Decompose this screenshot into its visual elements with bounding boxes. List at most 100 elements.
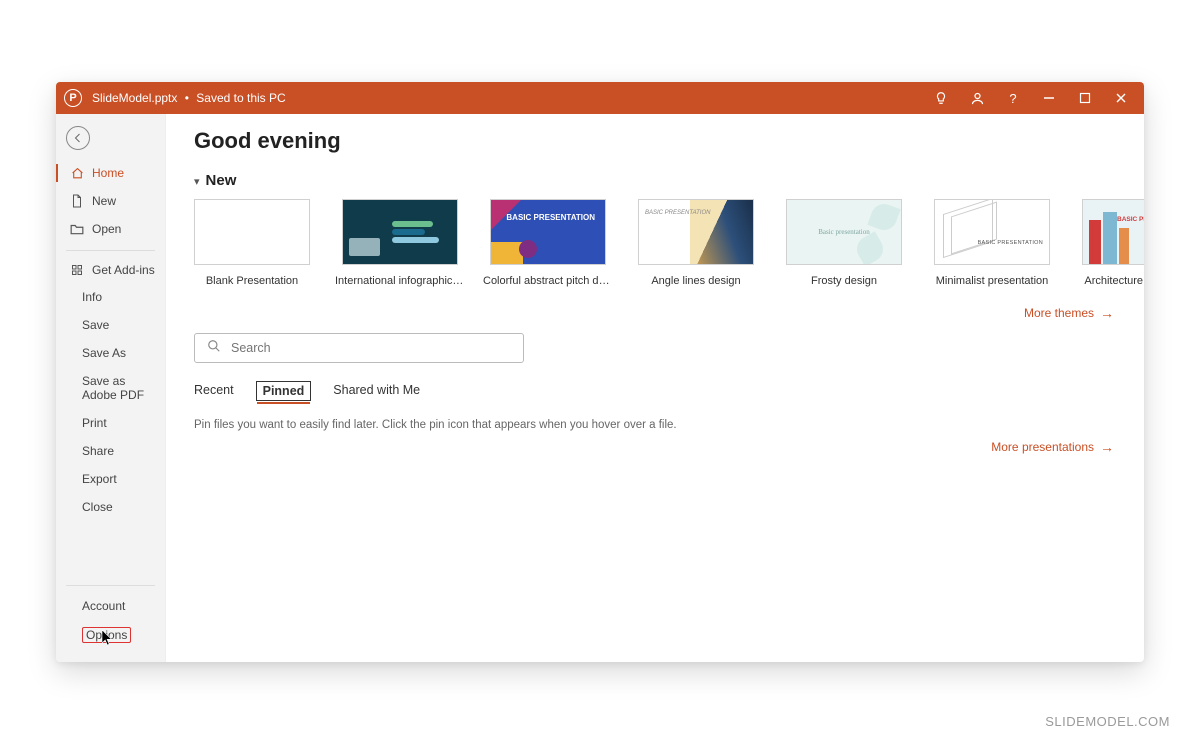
sidebar-item-close[interactable]: Close [56, 493, 165, 521]
thumb-text: BASIC PRESENTATION [978, 240, 1043, 246]
sidebar-label-addins: Get Add-ins [92, 263, 155, 277]
sidebar-label-print: Print [82, 416, 107, 430]
sidebar-item-open[interactable]: Open [56, 216, 165, 242]
sidebar-label-export: Export [82, 472, 117, 486]
thumb-text: BASIC PRESENTATION [645, 210, 710, 216]
sidebar-label-save-as: Save As [82, 346, 126, 360]
sidebar-item-save[interactable]: Save [56, 311, 165, 339]
sidebar-separator-bottom [66, 585, 155, 586]
arrow-right-icon: → [1100, 439, 1114, 455]
titlebar-actions: ? [932, 91, 1136, 106]
save-state-text: Saved to this PC [196, 91, 285, 105]
sidebar-item-save-as-adobe-pdf[interactable]: Save as Adobe PDF [56, 367, 165, 409]
thumb-text: Basic presentation [818, 228, 870, 236]
account-icon[interactable] [968, 91, 986, 106]
addins-icon [70, 264, 84, 276]
open-folder-icon [70, 223, 84, 235]
thumb-text: BASIC PRESENTATION [1117, 216, 1144, 223]
sidebar-label-save: Save [82, 318, 109, 332]
search-icon [207, 339, 221, 358]
sidebar-label-open: Open [92, 222, 121, 236]
section-toggle-new[interactable]: ▾ New [194, 172, 1116, 189]
template-gallery: Blank Presentation International infogra… [194, 199, 1116, 287]
template-architecture[interactable]: BASIC PRESENTATION Architecture pitch de… [1082, 199, 1144, 287]
template-thumb: BASIC PRESENTATION [638, 199, 754, 265]
sidebar-item-get-addins[interactable]: Get Add-ins [56, 257, 165, 283]
chevron-down-icon: ▾ [194, 175, 200, 188]
template-colorful-abstract[interactable]: BASIC PRESENTATION Colorful abstract pit… [490, 199, 606, 287]
template-thumb: Basic presentation [786, 199, 902, 265]
tab-recent[interactable]: Recent [194, 381, 234, 401]
back-button[interactable] [66, 126, 90, 150]
app-icon: P [64, 89, 82, 107]
template-international-infographic[interactable]: International infographic re… [342, 199, 458, 287]
template-thumb: BASIC PRESENTATION [490, 199, 606, 265]
sidebar-label-home: Home [92, 166, 124, 180]
search-input[interactable] [231, 341, 511, 355]
greeting-text: Good evening [194, 128, 1116, 154]
backstage-sidebar: Home New Open [56, 114, 166, 662]
template-angle-lines[interactable]: BASIC PRESENTATION Angle lines design [638, 199, 754, 287]
pinned-empty-hint: Pin files you want to easily find later.… [194, 419, 1116, 431]
more-presentations-link[interactable]: More presentations → [194, 439, 1114, 455]
template-minimalist[interactable]: BASIC PRESENTATION Minimalist presentati… [934, 199, 1050, 287]
more-presentations-text: More presentations [991, 440, 1094, 454]
sidebar-item-export[interactable]: Export [56, 465, 165, 493]
titlebar: P SlideModel.pptx • Saved to this PC ? [56, 82, 1144, 114]
template-label: Minimalist presentation [936, 275, 1049, 287]
lightbulb-icon[interactable] [932, 91, 950, 105]
sidebar-label-info: Info [82, 290, 102, 304]
sidebar-item-home[interactable]: Home [56, 160, 165, 186]
sidebar-label-options: Options [82, 627, 131, 643]
window-restore-icon[interactable] [1076, 92, 1094, 104]
sidebar-item-new[interactable]: New [56, 188, 165, 214]
sidebar-label-account: Account [82, 599, 125, 613]
more-themes-link[interactable]: More themes → [194, 305, 1114, 321]
sidebar-item-save-as[interactable]: Save As [56, 339, 165, 367]
template-thumb: BASIC PRESENTATION [1082, 199, 1144, 265]
powerpoint-backstage-window: P SlideModel.pptx • Saved to this PC ? [56, 82, 1144, 662]
help-icon[interactable]: ? [1004, 91, 1022, 106]
window-close-icon[interactable] [1112, 92, 1130, 104]
template-label: Colorful abstract pitch deck [483, 275, 613, 287]
sidebar-item-print[interactable]: Print [56, 409, 165, 437]
tab-shared[interactable]: Shared with Me [333, 381, 420, 401]
tab-label: Shared with Me [333, 383, 420, 397]
new-doc-icon [70, 194, 84, 208]
sidebar-label-share: Share [82, 444, 114, 458]
template-label: Frosty design [811, 275, 877, 287]
filename-sep: • [185, 91, 189, 105]
tab-pinned[interactable]: Pinned [256, 381, 312, 401]
template-thumb [342, 199, 458, 265]
sidebar-item-info[interactable]: Info [56, 283, 165, 311]
sidebar-label-close: Close [82, 500, 113, 514]
section-title-new: New [206, 172, 237, 189]
template-frosty[interactable]: Basic presentation Frosty design [786, 199, 902, 287]
template-label: International infographic re… [335, 275, 465, 287]
template-label: Architecture pitch deck [1084, 275, 1144, 287]
tab-label: Pinned [263, 384, 305, 398]
template-thumb [194, 199, 310, 265]
sidebar-item-share[interactable]: Share [56, 437, 165, 465]
template-label: Angle lines design [651, 275, 740, 287]
sidebar-separator [66, 250, 155, 251]
tab-label: Recent [194, 383, 234, 397]
template-blank[interactable]: Blank Presentation [194, 199, 310, 287]
template-thumb: BASIC PRESENTATION [934, 199, 1050, 265]
arrow-right-icon: → [1100, 305, 1114, 321]
recent-tabs: Recent Pinned Shared with Me [194, 381, 1116, 401]
window-minimize-icon[interactable] [1040, 92, 1058, 104]
more-themes-text: More themes [1024, 306, 1094, 320]
template-label: Blank Presentation [206, 275, 298, 287]
backstage-main: Good evening ▾ New Blank Presentation In… [166, 114, 1144, 662]
sidebar-item-account[interactable]: Account [56, 592, 165, 620]
sidebar-label-new: New [92, 194, 116, 208]
watermark-text: SLIDEMODEL.COM [1045, 714, 1170, 729]
titlebar-filename: SlideModel.pptx • Saved to this PC [92, 91, 286, 105]
search-box[interactable] [194, 333, 524, 363]
home-icon [70, 167, 84, 180]
sidebar-item-options[interactable]: Options [56, 620, 165, 650]
filename-text: SlideModel.pptx [92, 91, 177, 105]
thumb-text: BASIC PRESENTATION [506, 214, 595, 223]
sidebar-label-save-as-adobe: Save as Adobe PDF [82, 374, 144, 402]
